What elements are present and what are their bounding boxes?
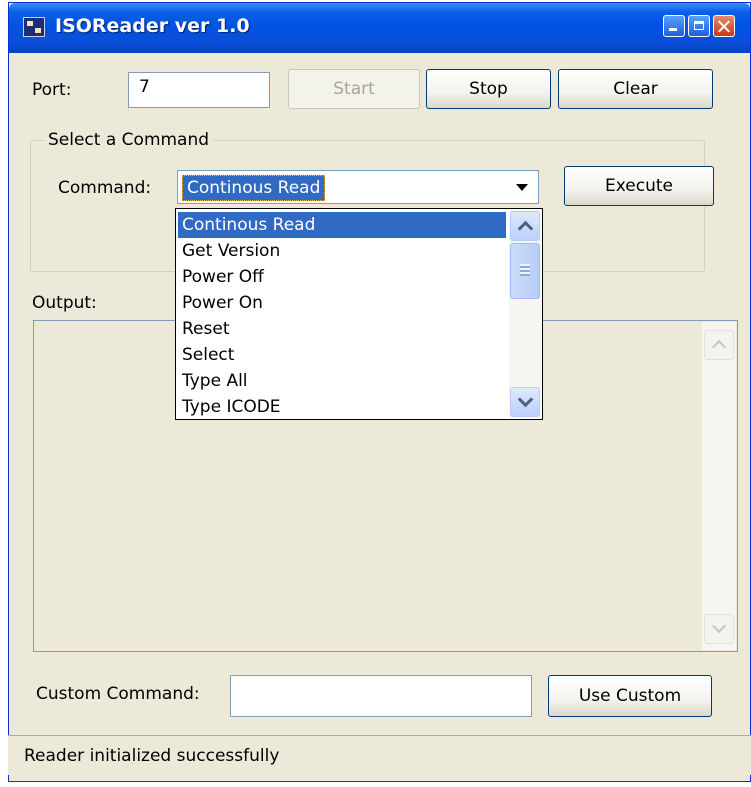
chevron-down-icon[interactable] (507, 172, 537, 202)
maximize-icon[interactable] (688, 15, 710, 37)
scroll-thumb[interactable] (510, 243, 540, 299)
dropdown-option[interactable]: Power Off (178, 264, 506, 290)
port-label: Port: (32, 80, 72, 100)
output-label: Output: (32, 293, 97, 313)
start-button[interactable]: Start (288, 69, 420, 109)
custom-command-label: Custom Command: (36, 684, 200, 704)
title-bar[interactable]: ISOReader ver 1.0 (9, 3, 750, 53)
clear-button[interactable]: Clear (558, 69, 713, 109)
scroll-up-icon[interactable] (510, 211, 540, 241)
command-dropdown-list[interactable]: Continous Read Get Version Power Off Pow… (175, 208, 543, 420)
dropdown-option[interactable]: Power On (178, 290, 506, 316)
scroll-up-icon[interactable] (704, 330, 734, 360)
window-title: ISOReader ver 1.0 (55, 15, 250, 37)
scroll-down-icon[interactable] (510, 387, 540, 417)
command-group-title: Select a Command (44, 130, 214, 150)
dropdown-option[interactable]: Reset (178, 316, 506, 342)
minimize-icon[interactable] (663, 15, 685, 37)
stop-button[interactable]: Stop (426, 69, 551, 109)
custom-command-input[interactable] (230, 675, 532, 717)
dropdown-option[interactable]: Type All (178, 368, 506, 394)
dropdown-option[interactable]: Continous Read (178, 212, 506, 238)
use-custom-button[interactable]: Use Custom (548, 675, 712, 717)
dropdown-scrollbar[interactable] (509, 210, 541, 418)
scroll-down-icon[interactable] (704, 614, 734, 644)
command-selected-value: Continous Read (182, 175, 326, 201)
command-select[interactable]: Continous Read (177, 170, 539, 204)
close-icon[interactable] (713, 15, 735, 37)
app-icon (23, 17, 45, 37)
output-scrollbar[interactable] (702, 322, 736, 650)
port-input[interactable]: 7 (128, 72, 270, 108)
dropdown-option[interactable]: Get Version (178, 238, 506, 264)
status-text: Reader initialized successfully (24, 746, 280, 766)
command-label: Command: (58, 178, 152, 198)
dropdown-option[interactable]: Type ICODE (178, 394, 506, 420)
execute-button[interactable]: Execute (564, 166, 714, 206)
dropdown-option[interactable]: Select (178, 342, 506, 368)
status-bar: Reader initialized successfully (8, 735, 751, 775)
